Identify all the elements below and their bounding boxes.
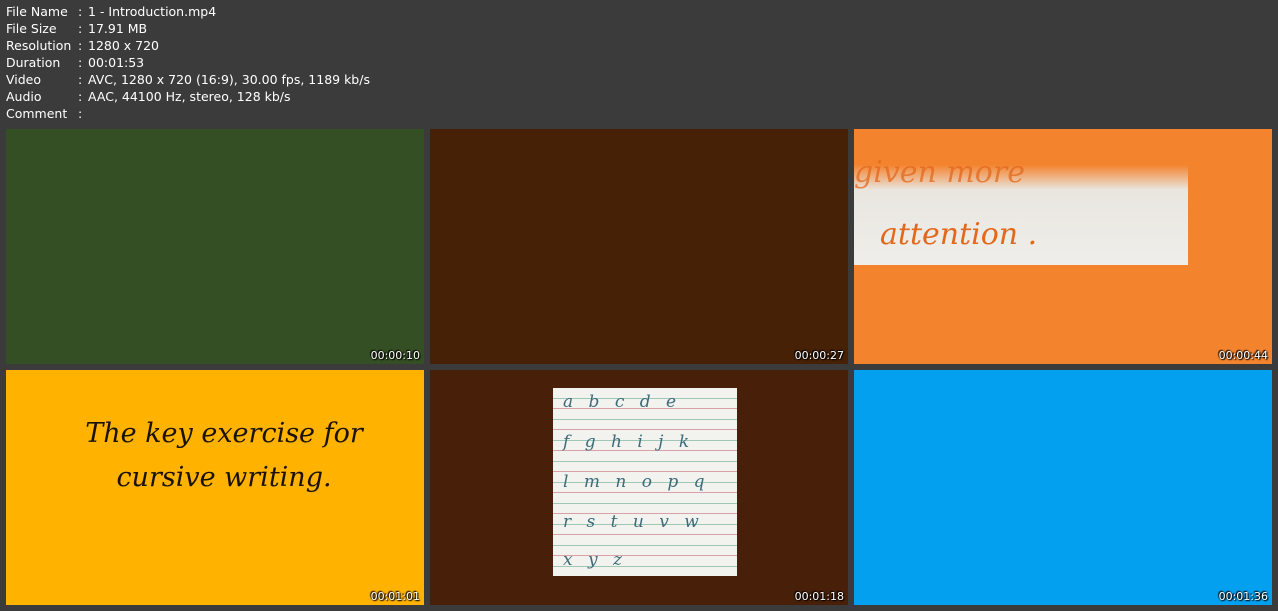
thumbnail-frame[interactable]: a b c d e f g h i j k l m n o p q r s t … [430, 370, 848, 605]
timestamp-label: 00:01:01 [370, 590, 420, 603]
timestamp-label: 00:00:27 [794, 349, 844, 362]
frame-text-main: attention . [880, 217, 1038, 252]
thumbnail-frame[interactable]: 00:01:36 [854, 370, 1272, 605]
timestamp-label: 00:01:36 [1218, 590, 1268, 603]
timestamp-label: 00:00:44 [1218, 349, 1268, 362]
thumbnail-frame[interactable]: 00:00:10 [6, 129, 424, 364]
thumbnail-frame[interactable]: 00:00:27 [430, 129, 848, 364]
alphabet-line: r s t u v w [563, 512, 704, 532]
alphabet-line: f g h i j k [563, 432, 695, 452]
timestamp-label: 00:01:18 [794, 590, 844, 603]
notebook-page-image: a b c d e f g h i j k l m n o p q r s t … [553, 388, 737, 576]
thumbnail-frame[interactable]: given more attention . 00:00:44 [854, 129, 1272, 364]
frame-text-top: given more [854, 155, 1025, 190]
alphabet-line: x y z [563, 550, 627, 570]
alphabet-line: l m n o p q [563, 472, 710, 492]
timestamp-label: 00:00:10 [370, 349, 420, 362]
frame-caption-text: The key exercise for cursive writing. [85, 418, 363, 493]
alphabet-line: a b c d e [563, 392, 682, 412]
thumbnail-frame[interactable]: The key exercise for cursive writing. 00… [6, 370, 424, 605]
thumbnail-grid: 00:00:10 00:00:27 given more attention .… [0, 0, 1278, 611]
